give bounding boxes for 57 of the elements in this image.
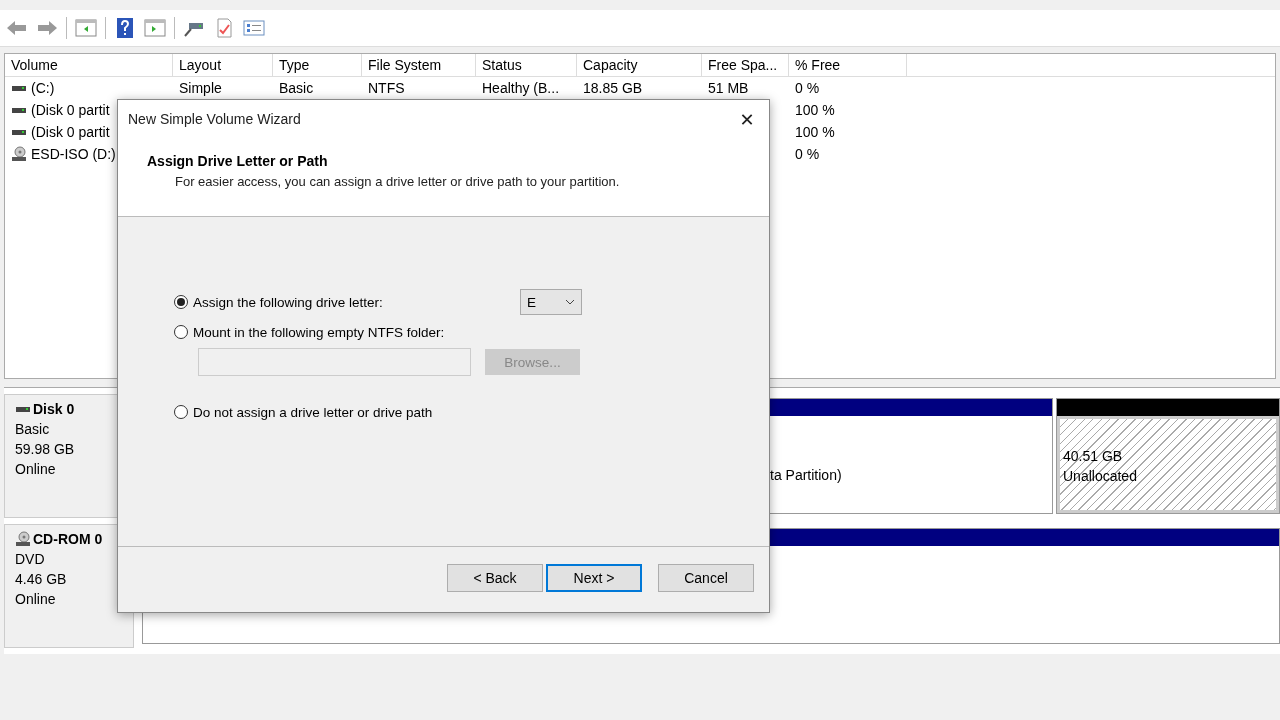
wizard-button[interactable]: Next > xyxy=(546,564,642,592)
table-cell-text: (Disk 0 partit xyxy=(31,101,110,120)
disk-name: CD-ROM 0 xyxy=(33,530,103,549)
help-icon[interactable] xyxy=(114,18,136,38)
column-header[interactable]: Volume xyxy=(5,54,173,77)
disk-name: Disk 0 xyxy=(33,400,75,419)
drive-letter-dropdown[interactable]: E xyxy=(520,289,582,315)
back-icon[interactable] xyxy=(6,18,28,38)
forward-icon[interactable] xyxy=(36,18,58,38)
table-cell-text: 100 % xyxy=(795,123,835,142)
table-cell-text: Basic xyxy=(279,79,314,98)
table-cell-text: 100 % xyxy=(795,101,835,120)
partition-label: 40.51 GB xyxy=(1063,447,1123,466)
radio-option[interactable]: Mount in the following empty NTFS folder: xyxy=(174,324,520,340)
chevron-down-icon xyxy=(565,299,575,305)
partition-block[interactable]: 40.51 GB Unallocated xyxy=(1056,398,1280,514)
column-header[interactable]: Layout xyxy=(173,54,273,77)
column-header[interactable]: % Free xyxy=(789,54,907,77)
partition-label: Unallocated xyxy=(1063,467,1137,486)
table-cell-text: 0 % xyxy=(795,145,820,164)
disk-status: Online xyxy=(15,460,57,479)
table-cell-text: (Disk 0 partit xyxy=(31,123,110,142)
table-cell-text: 0 % xyxy=(795,79,820,98)
table-cell-text: 51 MB xyxy=(708,79,749,98)
drive-icon xyxy=(15,404,31,414)
disk-type: Basic xyxy=(15,420,51,439)
disk-type: DVD xyxy=(15,550,46,569)
wizard-button[interactable]: Cancel xyxy=(658,564,754,592)
table-cell-text: NTFS xyxy=(368,79,405,98)
panel-icon[interactable] xyxy=(144,18,166,38)
disc-drive-icon xyxy=(11,146,27,162)
disk-size: 59.98 GB xyxy=(15,440,76,459)
radio-option[interactable]: Assign the following drive letter: xyxy=(174,294,520,310)
drive-icon xyxy=(11,127,27,137)
column-header[interactable]: File System xyxy=(362,54,476,77)
table-cell-text: Simple xyxy=(179,79,222,98)
table-cell-text: (C:) xyxy=(31,79,55,98)
drive-icon xyxy=(11,105,27,115)
panel-icon[interactable] xyxy=(75,18,97,38)
list-icon[interactable] xyxy=(243,18,265,38)
close-button[interactable]: ✕ xyxy=(733,106,761,132)
radio-option[interactable]: Do not assign a drive letter or drive path xyxy=(174,404,520,420)
page-description: For easier access, you can assign a drive letter or drive path to your partition. xyxy=(175,174,620,189)
disk-size: 4.46 GB xyxy=(15,570,68,589)
table-cell-text: Healthy (B... xyxy=(482,79,560,98)
table-cell-text: ESD-ISO (D:) xyxy=(31,145,116,164)
column-header[interactable]: Free Spa... xyxy=(702,54,789,77)
disk-status: Online xyxy=(15,590,57,609)
drive-icon xyxy=(11,83,27,93)
dialog-title: New Simple Volume Wizard xyxy=(128,111,301,127)
page-heading: Assign Drive Letter or Path xyxy=(147,153,328,169)
column-header[interactable]: Status xyxy=(476,54,577,77)
column-header[interactable]: Type xyxy=(273,54,362,77)
table-cell-text: 18.85 GB xyxy=(583,79,643,98)
column-header[interactable]: Capacity xyxy=(577,54,702,77)
disc-drive-icon xyxy=(15,531,31,547)
wizard-button[interactable]: < Back xyxy=(447,564,543,592)
